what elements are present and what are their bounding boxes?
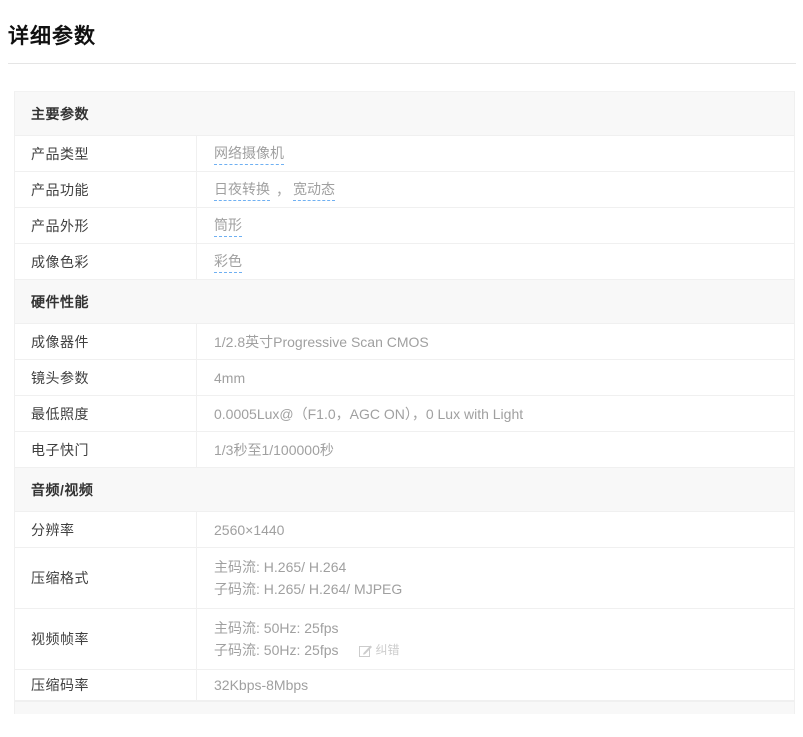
param-label: 成像器件 <box>15 324 197 359</box>
param-link[interactable]: 日夜转换 <box>214 179 270 201</box>
table-row: 压缩格式 主码流: H.265/ H.264 子码流: H.265/ H.264… <box>15 548 794 609</box>
param-value: 彩色 <box>197 244 794 279</box>
edit-icon <box>359 644 372 657</box>
title-divider <box>8 63 796 64</box>
section-header-hardware: 硬件性能 <box>15 280 794 324</box>
param-label: 产品外形 <box>15 208 197 243</box>
param-label: 产品类型 <box>15 136 197 171</box>
param-value: 主码流: 50Hz: 25fps 子码流: 50Hz: 25fps 纠错 <box>197 609 794 669</box>
param-link[interactable]: 筒形 <box>214 215 242 237</box>
param-value: 日夜转换 ， 宽动态 <box>197 172 794 207</box>
param-link[interactable]: 彩色 <box>214 251 242 273</box>
table-row: 成像器件 1/2.8英寸Progressive Scan CMOS <box>15 324 794 360</box>
param-label: 镜头参数 <box>15 360 197 395</box>
param-value: 1/2.8英寸Progressive Scan CMOS <box>197 324 794 359</box>
param-label: 产品功能 <box>15 172 197 207</box>
table-row: 压缩码率 32Kbps-8Mbps <box>15 670 794 701</box>
param-label: 最低照度 <box>15 396 197 431</box>
error-correction-link[interactable]: 纠错 <box>359 639 400 661</box>
table-row: 最低照度 0.0005Lux@（F1.0，AGC ON），0 Lux with … <box>15 396 794 432</box>
param-label: 成像色彩 <box>15 244 197 279</box>
table-row: 产品外形 筒形 <box>15 208 794 244</box>
param-value: 网络摄像机 <box>197 136 794 171</box>
page-title: 详细参数 <box>8 26 803 48</box>
next-section-header-partial <box>15 701 794 714</box>
param-label: 压缩码率 <box>15 670 197 700</box>
param-link[interactable]: 宽动态 <box>293 179 335 201</box>
section-header-main-params: 主要参数 <box>15 92 794 136</box>
table-row: 成像色彩 彩色 <box>15 244 794 280</box>
param-value: 1/3秒至1/100000秒 <box>197 432 794 467</box>
table-row: 产品功能 日夜转换 ， 宽动态 <box>15 172 794 208</box>
value-line-2: 子码流: H.265/ H.264/ MJPEG <box>214 578 402 600</box>
table-row: 镜头参数 4mm <box>15 360 794 396</box>
value-line-2: 子码流: 50Hz: 25fps <box>214 639 339 661</box>
param-label: 视频帧率 <box>15 609 197 669</box>
value-line-1: 主码流: 50Hz: 25fps <box>214 617 339 639</box>
param-link[interactable]: 网络摄像机 <box>214 143 284 165</box>
table-row: 电子快门 1/3秒至1/100000秒 <box>15 432 794 468</box>
table-row: 视频帧率 主码流: 50Hz: 25fps 子码流: 50Hz: 25fps 纠… <box>15 609 794 670</box>
link-separator: ， <box>276 180 290 200</box>
param-label: 压缩格式 <box>15 548 197 608</box>
spec-table: 主要参数 产品类型 网络摄像机 产品功能 日夜转换 ， 宽动态 产品外形 筒形 … <box>14 91 795 714</box>
param-value: 4mm <box>197 360 794 395</box>
param-value: 2560×1440 <box>197 512 794 547</box>
param-value: 筒形 <box>197 208 794 243</box>
param-value: 主码流: H.265/ H.264 子码流: H.265/ H.264/ MJP… <box>197 548 794 608</box>
table-row: 分辨率 2560×1440 <box>15 512 794 548</box>
section-header-audio-video: 音频/视频 <box>15 468 794 512</box>
param-label: 分辨率 <box>15 512 197 547</box>
param-value: 32Kbps-8Mbps <box>197 670 794 700</box>
param-value: 0.0005Lux@（F1.0，AGC ON），0 Lux with Light <box>197 396 794 431</box>
value-line-1: 主码流: H.265/ H.264 <box>214 556 346 578</box>
table-row: 产品类型 网络摄像机 <box>15 136 794 172</box>
param-label: 电子快门 <box>15 432 197 467</box>
